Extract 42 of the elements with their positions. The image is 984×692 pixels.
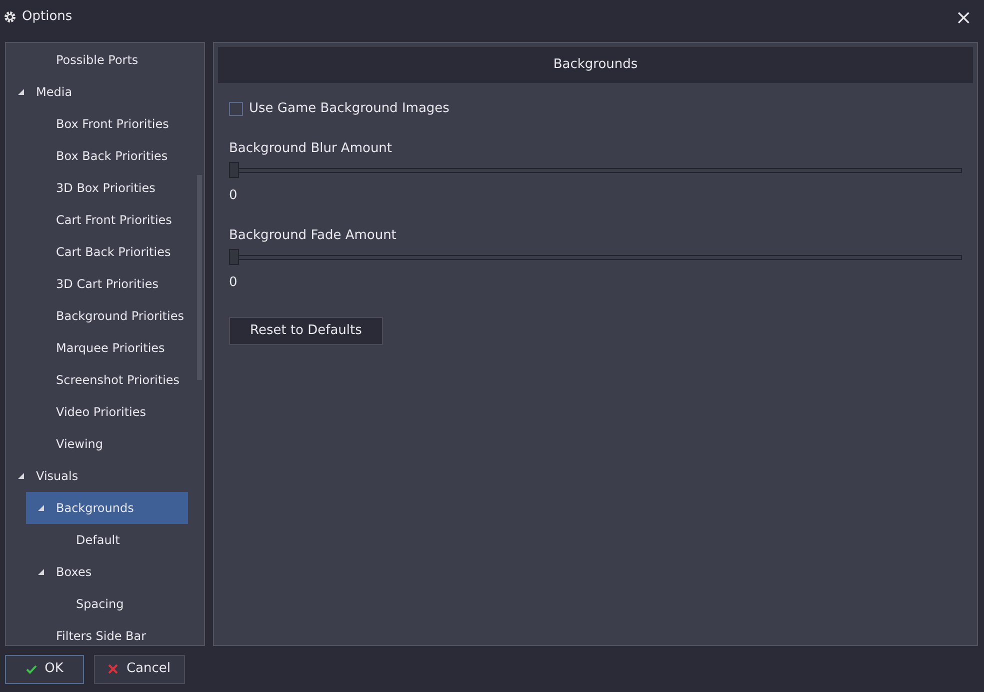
slider-thumb[interactable] — [229, 162, 239, 178]
tree-item[interactable]: Possible Ports — [26, 44, 188, 76]
slider-label: Background Blur Amount — [229, 140, 394, 158]
slider-value: 0 — [229, 187, 238, 205]
tree-item[interactable]: Background Priorities — [26, 300, 188, 332]
tree-item[interactable]: Backgrounds — [26, 492, 188, 524]
cancel-button[interactable]: Cancel — [94, 654, 185, 684]
tree-item[interactable]: Media — [6, 76, 188, 108]
tree-item[interactable]: Default — [26, 524, 188, 556]
cross-icon — [108, 664, 118, 674]
tree-item[interactable]: Cart Back Priorities — [26, 236, 188, 268]
tree-item[interactable]: Spacing — [26, 588, 188, 620]
gear-icon — [4, 10, 16, 22]
tree-item[interactable]: 3D Box Priorities — [26, 172, 188, 204]
tree-item[interactable]: Filters Side Bar — [26, 620, 188, 645]
expander-icon[interactable] — [38, 505, 44, 511]
tree-item[interactable]: Visuals — [6, 460, 188, 492]
expander-icon[interactable] — [18, 89, 24, 95]
tree-item[interactable]: Marquee Priorities — [26, 332, 188, 364]
checkbox-box[interactable] — [229, 102, 243, 116]
tree-item[interactable]: Video Priorities — [26, 396, 188, 428]
close-button[interactable]: × — [955, 6, 972, 26]
tree-item[interactable]: Cart Front Priorities — [26, 204, 188, 236]
ok-button[interactable]: OK — [5, 654, 84, 684]
reset-button[interactable]: Reset to Defaults — [229, 316, 383, 344]
slider-track[interactable] — [229, 249, 962, 265]
window-title: Options — [22, 8, 72, 26]
tree-item[interactable]: Boxes — [26, 556, 188, 588]
slider-value: 0 — [229, 274, 238, 292]
slider-track[interactable] — [229, 162, 962, 178]
expander-icon[interactable] — [18, 473, 24, 479]
tree-item[interactable]: Viewing — [26, 428, 188, 460]
tree-item[interactable]: 3D Cart Priorities — [26, 268, 188, 300]
checkbox[interactable]: Use Game Background Images — [229, 99, 962, 118]
checkmark-icon — [26, 664, 37, 674]
tree-item[interactable]: Box Front Priorities — [26, 108, 188, 140]
tree-item[interactable]: Box Back Priorities — [26, 140, 188, 172]
section-header: Backgrounds — [218, 47, 973, 83]
tree-item[interactable]: Screenshot Priorities — [26, 364, 188, 396]
slider-label: Background Fade Amount — [229, 226, 398, 244]
slider-thumb[interactable] — [229, 249, 239, 265]
expander-icon[interactable] — [38, 569, 44, 575]
